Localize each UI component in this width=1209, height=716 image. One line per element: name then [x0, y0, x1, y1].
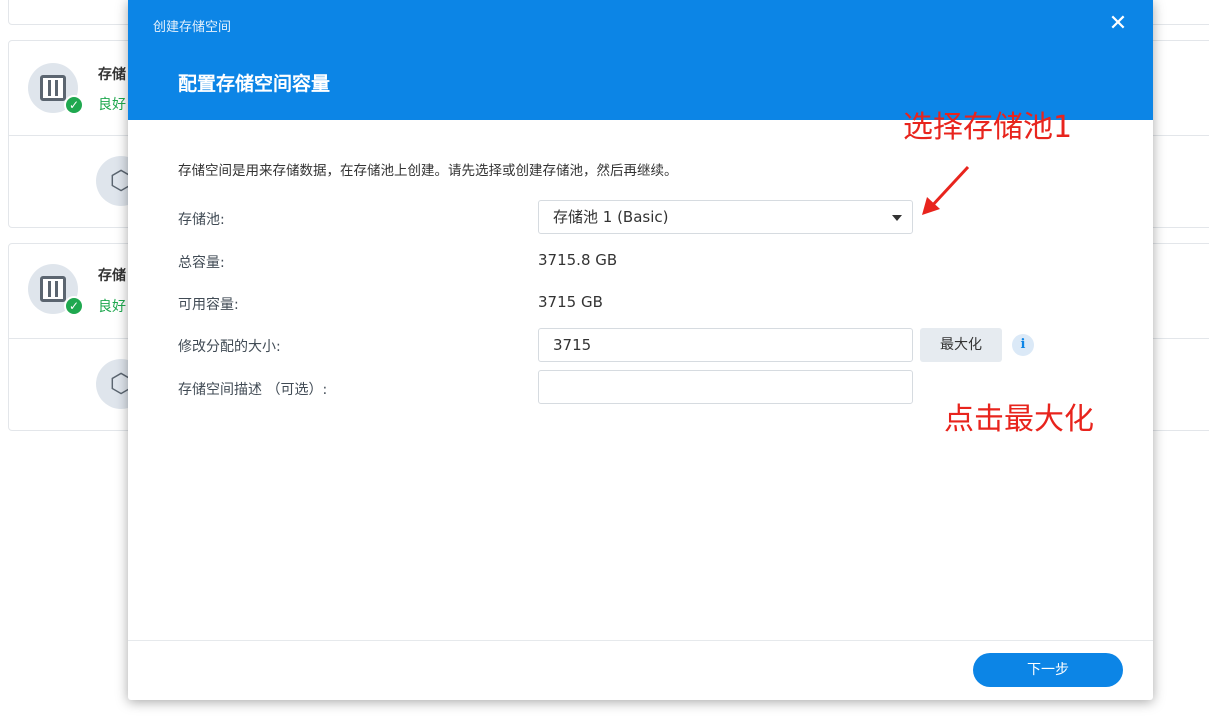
close-icon[interactable]: ✕ — [1104, 10, 1132, 38]
allocated-size-label: 修改分配的大小: — [178, 339, 281, 355]
pool-label: 存储池: — [178, 212, 225, 228]
total-capacity-value: 3715.8 GB — [538, 251, 618, 269]
storage-pool-icon: ✓ — [28, 264, 84, 316]
available-capacity-value: 3715 GB — [538, 293, 603, 311]
pool-title: 存储 — [98, 268, 126, 284]
check-icon: ✓ — [64, 296, 84, 316]
next-button[interactable]: 下一步 — [973, 653, 1123, 687]
allocated-size-input-value: 3715 — [553, 336, 592, 354]
maximize-button[interactable]: 最大化 — [920, 328, 1002, 362]
annotation-select-pool: 选择存储池1 — [903, 110, 1073, 145]
pool-status: 良好 — [98, 97, 126, 113]
dialog-description: 存储空间是用来存储数据，在存储池上创建。请先选择或创建存储池，然后再继续。 — [178, 163, 678, 179]
total-capacity-label: 总容量: — [178, 255, 225, 271]
storage-pool-icon: ✓ — [28, 63, 84, 115]
annotation-click-maximize: 点击最大化 — [944, 402, 1094, 437]
volume-description-label: 存储空间描述 （可选）: — [178, 382, 328, 398]
caret-down-icon — [892, 215, 902, 221]
info-icon[interactable]: i — [1012, 334, 1034, 356]
storage-pool-select-value: 存储池 1 (Basic) — [553, 208, 669, 226]
allocated-size-input[interactable]: 3715 — [538, 328, 913, 362]
annotation-arrow-icon — [922, 165, 970, 215]
check-icon: ✓ — [64, 95, 84, 115]
dialog-window-title: 创建存储空间 — [153, 20, 232, 35]
pool-title: 存储 — [98, 67, 126, 83]
volume-description-input[interactable] — [538, 370, 913, 404]
storage-pool-select[interactable]: 存储池 1 (Basic) — [538, 200, 913, 234]
pool-status: 良好 — [98, 299, 126, 315]
dialog-step-title: 配置存储空间容量 — [178, 73, 331, 95]
dialog-footer-divider — [128, 640, 1153, 641]
available-capacity-label: 可用容量: — [178, 297, 239, 313]
